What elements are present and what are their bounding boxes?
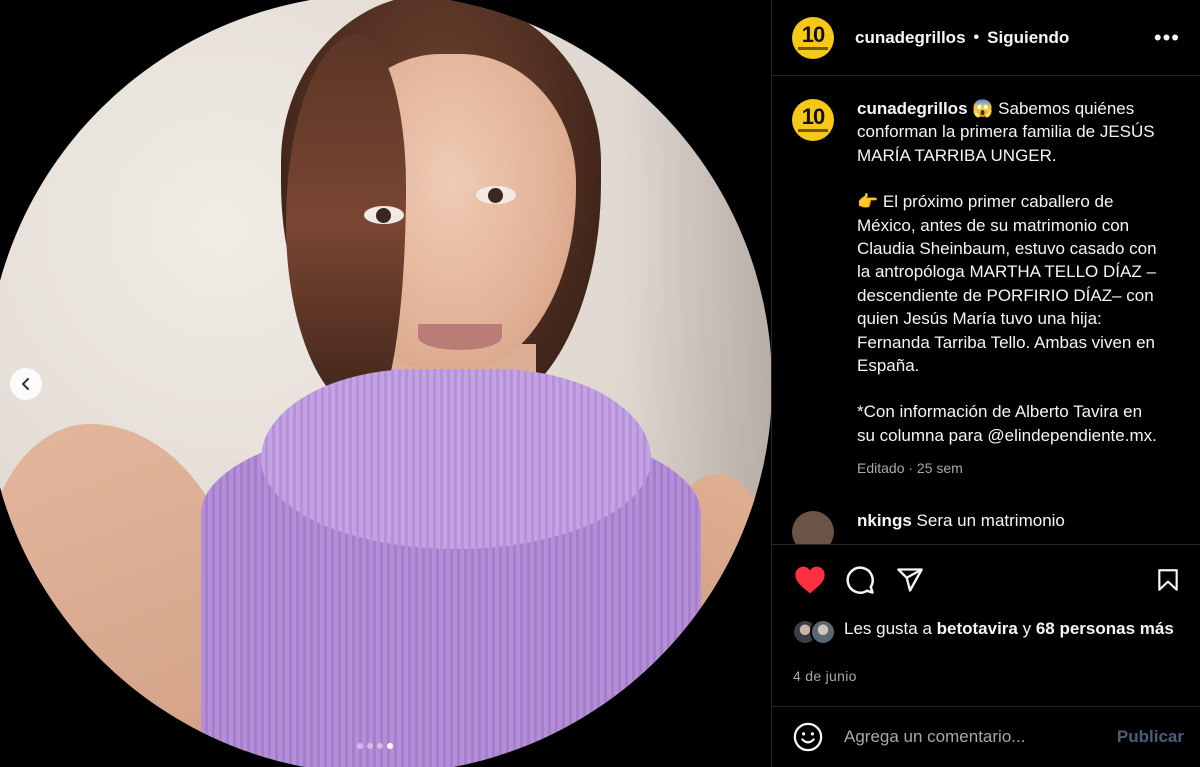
slide-dot: [357, 743, 363, 749]
slide-dot: [377, 743, 383, 749]
publish-button[interactable]: Publicar: [1117, 727, 1184, 747]
caption-spacer: [857, 377, 1162, 400]
add-comment-bar: Publicar: [772, 706, 1200, 767]
comment-body: Sera un matrimonio: [916, 510, 1065, 530]
author-username[interactable]: cunadegrillos: [855, 28, 966, 48]
likes-prefix: Les gusta a: [844, 619, 937, 638]
photo-turtleneck-collar: [261, 369, 651, 549]
photo-right-eye: [476, 186, 516, 204]
post-actions: [790, 560, 1188, 600]
photo-mouth: [418, 324, 502, 350]
more-options-button[interactable]: •••: [1154, 25, 1180, 51]
post-side-panel: 10 cunadegrillos • Siguiendo ••• 10 cuna…: [771, 0, 1200, 767]
liker-avatar[interactable]: [810, 619, 836, 645]
likes-middle: y: [1017, 619, 1036, 638]
caption-line: cunadegrillos 😱 Sabemos quiénes conforma…: [857, 97, 1162, 167]
caption-meta: Editado · 25 sem: [857, 460, 963, 477]
avatar-logo-underline: [798, 46, 828, 50]
post-photo: [0, 0, 772, 767]
caption-text: 👉 El próximo primer caballero de México,…: [857, 192, 1157, 376]
caption-body: cunadegrillos 😱 Sabemos quiénes conforma…: [857, 97, 1162, 481]
caption-emoji: 😱: [972, 99, 994, 118]
caption-spacer: [857, 167, 1162, 190]
header-separator: •: [973, 28, 980, 46]
post-caption: 10 cunadegrillos 😱 Sabemos quiénes confo…: [772, 77, 1200, 481]
more-icon: •••: [1153, 24, 1180, 50]
comment-text: nkings Sera un matrimonio: [857, 511, 1065, 531]
like-button[interactable]: [790, 560, 830, 600]
comment-icon: [846, 566, 874, 594]
previous-slide-button[interactable]: [10, 368, 42, 400]
likes-text: Les gusta a betotavira y 68 personas más: [844, 617, 1174, 645]
comment-button[interactable]: [840, 560, 880, 600]
slide-indicator: [357, 743, 393, 749]
save-button[interactable]: [1148, 560, 1188, 600]
caption-text: *Con información de Alberto Tavira en su…: [857, 402, 1157, 445]
post-media[interactable]: [0, 0, 772, 767]
bookmark-icon: [1158, 569, 1178, 591]
liker-username[interactable]: betotavira: [937, 619, 1018, 638]
post-date[interactable]: 4 de junio: [793, 668, 857, 684]
comments-section[interactable]: 10 cunadegrillos 😱 Sabemos quiénes confo…: [772, 77, 1200, 545]
smiley-icon: [793, 722, 823, 752]
likes-others-link[interactable]: 68 personas más: [1036, 619, 1174, 638]
slide-dot: [367, 743, 373, 749]
author-avatar[interactable]: 10: [792, 16, 834, 59]
heart-filled-icon: [795, 566, 825, 594]
avatar-logo-underline: [798, 129, 828, 132]
photo-left-eye: [364, 206, 404, 224]
commenter-username[interactable]: nkings: [857, 511, 912, 530]
emoji-button[interactable]: [792, 721, 824, 753]
commenter-avatar[interactable]: [792, 510, 834, 544]
caption-author-avatar[interactable]: 10: [792, 99, 834, 141]
following-button[interactable]: Siguiendo: [987, 28, 1069, 48]
post-header: 10 cunadegrillos • Siguiendo •••: [772, 0, 1200, 76]
caption-username[interactable]: cunadegrillos: [857, 99, 968, 118]
comment-input[interactable]: [844, 727, 1117, 747]
comment-item: nkings Sera un matrimonio: [772, 510, 1200, 544]
share-button[interactable]: [890, 560, 930, 600]
share-icon: [897, 568, 923, 592]
liker-avatars: [792, 619, 840, 645]
slide-dot-active: [387, 743, 393, 749]
avatar-logo-text: 10: [801, 21, 825, 47]
chevron-left-icon: [22, 378, 29, 390]
likes-summary: Les gusta a betotavira y 68 personas más: [792, 617, 1182, 645]
avatar-logo-text: 10: [801, 104, 825, 129]
